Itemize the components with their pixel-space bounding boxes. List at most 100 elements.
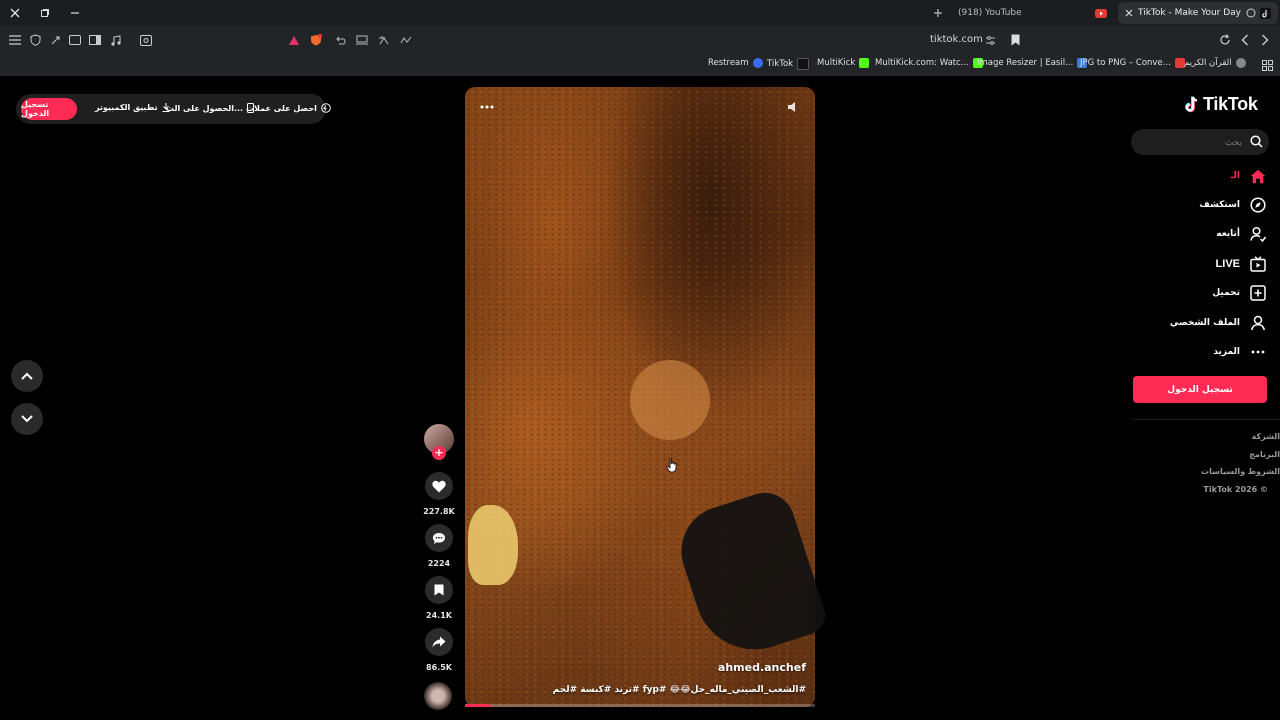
bookmark-label: JPG to PNG – Conve... (1080, 58, 1171, 68)
profile-icon (1251, 315, 1265, 331)
video-author[interactable]: ahmed.anchef (718, 661, 806, 674)
restore-window-icon[interactable] (36, 4, 54, 22)
search-input[interactable] (1140, 133, 1244, 153)
sidebar-toggle-icon[interactable] (86, 31, 104, 49)
desktop-app-link[interactable]: تطبيق الكمبيوتر (95, 103, 170, 112)
more-options-icon[interactable] (478, 100, 496, 114)
heart-icon (432, 480, 446, 492)
menu-icon[interactable] (6, 31, 24, 49)
nav-upload-label: تحميل (1212, 288, 1240, 298)
get-app-label: الحصول على الت... (166, 103, 244, 113)
video-progress-fill (465, 704, 490, 707)
comment-button[interactable] (425, 524, 453, 552)
comment-count: 2224 (427, 559, 451, 568)
globe-icon (1235, 58, 1246, 68)
history-back-icon[interactable] (331, 31, 349, 49)
top-login-button[interactable]: تسجيل الدخول (21, 98, 77, 120)
previous-video-button[interactable] (11, 360, 43, 392)
video-caption[interactable]: #الشعب_الصيني_ماله_حل😂😂 #fyp #ترند #كبسة… (553, 685, 806, 695)
save-button[interactable] (425, 576, 453, 604)
new-tab-icon[interactable] (929, 4, 947, 22)
sidebar-login-button[interactable]: تسجيل الدخول (1133, 376, 1267, 403)
footer-company[interactable]: الشركة (1252, 432, 1280, 441)
bookmark-multikick[interactable]: MultiKick (817, 58, 870, 68)
nav-more[interactable]: المزيد (1213, 342, 1266, 362)
reader-icon[interactable] (397, 31, 415, 49)
apps-grid-icon[interactable] (1258, 56, 1276, 74)
music-icon[interactable] (106, 31, 124, 49)
save-count: 24.1K (426, 611, 452, 620)
tiktok-favicon-icon (1256, 4, 1274, 22)
url-text[interactable]: tiktok.com (930, 34, 983, 45)
bookmark-label: MultiKick (817, 58, 856, 68)
desktop-app-label: تطبيق الكمبيوتر (95, 103, 158, 112)
follow-plus-icon[interactable]: + (432, 446, 446, 460)
share-icon (432, 636, 446, 648)
nav-explore[interactable]: استكشف (1199, 195, 1266, 215)
nav-live-label: LIVE (1215, 258, 1240, 270)
upload-icon (1250, 285, 1266, 301)
screenshot-icon[interactable] (137, 31, 155, 49)
nav-following[interactable]: أتابعه (1216, 224, 1266, 244)
close-window-icon[interactable] (6, 4, 24, 22)
brave-shield-icon[interactable] (307, 31, 325, 49)
coin-icon (321, 103, 331, 113)
nav-upload[interactable]: تحميل (1212, 283, 1266, 303)
nav-more-label: المزيد (1213, 347, 1240, 357)
restream-icon (752, 58, 763, 68)
coins-label: احصل على عملات (246, 103, 317, 113)
translate-icon[interactable] (375, 31, 393, 49)
reload-icon[interactable] (1216, 31, 1234, 49)
chevron-up-icon (21, 372, 33, 380)
wallet-icon[interactable] (66, 31, 84, 49)
meat-chunk (630, 360, 710, 440)
bookmark-jpg-to-png[interactable]: JPG to PNG – Conve... (1080, 58, 1185, 68)
nav-live[interactable]: LIVE (1216, 254, 1266, 274)
close-tab-icon[interactable] (1120, 4, 1138, 22)
footer-terms[interactable]: الشروط والسياسات (1201, 467, 1280, 476)
bookmark-quran[interactable]: القرآن الكريم (1184, 58, 1246, 68)
tiktok-logo[interactable]: TikTok (1184, 94, 1258, 115)
comment-icon (433, 532, 445, 544)
nav-following-label: أتابعه (1216, 229, 1240, 239)
footer-program[interactable]: البرنامج (1249, 450, 1280, 459)
music-disc[interactable] (424, 682, 452, 710)
share-button[interactable] (425, 628, 453, 656)
back-icon[interactable] (1236, 31, 1254, 49)
brave-rewards-icon[interactable] (285, 31, 303, 49)
shield-icon[interactable] (26, 31, 44, 49)
tiktok-note-icon (1185, 95, 1198, 112)
cast-icon[interactable] (353, 31, 371, 49)
bookmark-multikick-watch[interactable]: MultiKick.com: Watc... (875, 58, 983, 68)
minimize-window-icon[interactable] (66, 4, 84, 22)
chevron-down-icon (21, 415, 33, 423)
bookmark-tiktok[interactable]: TikTok (767, 58, 810, 70)
address-bar[interactable] (282, 30, 1030, 50)
bookmark-icon[interactable] (1006, 31, 1024, 49)
volume-icon[interactable] (786, 100, 800, 114)
get-app-link[interactable]: الحصول على الت... (166, 103, 255, 113)
nav-profile[interactable]: الملف الشخصي (1170, 313, 1266, 333)
kick-icon (859, 58, 870, 68)
nav-explore-label: استكشف (1199, 200, 1240, 210)
forward-icon[interactable] (1256, 31, 1274, 49)
bookmark-label: القرآن الكريم (1184, 58, 1232, 68)
like-button[interactable] (425, 472, 453, 500)
bookmark-label: TikTok (767, 59, 794, 69)
browser-tab-bar (0, 0, 1280, 26)
search-icon[interactable] (1250, 135, 1263, 148)
tab-youtube[interactable]: (918) YouTube (958, 8, 1022, 18)
bookmark-label: MultiKick.com: Watc... (875, 58, 969, 68)
get-coins-link[interactable]: احصل على عملات (246, 103, 331, 113)
bookmark-image-resizer[interactable]: Image Resizer | Easil... (977, 58, 1088, 68)
extension-icon[interactable] (46, 31, 64, 49)
home-icon (1250, 169, 1266, 183)
site-settings-icon[interactable] (981, 31, 999, 49)
nav-home[interactable]: الـ (1230, 166, 1266, 186)
next-video-button[interactable] (11, 403, 43, 435)
following-icon (1250, 226, 1266, 242)
bookmark-restream[interactable]: Restream (708, 58, 763, 68)
youtube-icon (1092, 4, 1110, 22)
video-progress-track[interactable] (465, 704, 815, 707)
footer-copyright: TikTok 2026 © (1203, 485, 1268, 494)
